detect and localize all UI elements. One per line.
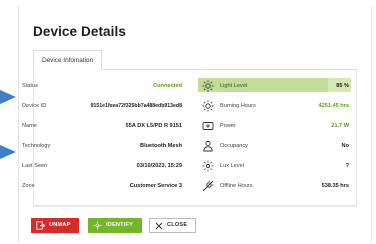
metric-label: Burning Hours	[220, 103, 256, 109]
burning-hours-value: 4251.45 hrs	[318, 103, 349, 109]
unmap-button[interactable]: UNMAP	[31, 218, 79, 233]
footer-divider	[33, 206, 357, 207]
metric-row-burning-hours: Burning Hours 4251.45 hrs	[200, 100, 349, 112]
pointer-arrow-icon	[0, 145, 16, 159]
device-id-value: 9151e1feea72f325bb7a488edb913ed8	[90, 103, 182, 109]
metric-row-lux-level: Lux Level ?	[200, 160, 349, 172]
detail-row-status: Status Connected	[22, 80, 182, 92]
unmap-icon	[36, 221, 45, 230]
metric-row-offline-hours: Offline Hours 538.35 hrs	[200, 180, 349, 192]
burning-hours-icon	[202, 100, 214, 112]
detail-row-device-id: Device ID 9151e1feea72f325bb7a488edb913e…	[22, 100, 182, 112]
lux-level-icon	[202, 160, 214, 172]
detail-label: Status	[22, 83, 38, 89]
offline-hours-value: 538.35 hrs	[321, 183, 349, 189]
zone-value: Customer Service 3	[129, 183, 182, 189]
metric-label: Power	[220, 123, 236, 129]
metric-label: Offline Hours	[220, 183, 253, 189]
close-button[interactable]: CLOSE	[149, 218, 196, 233]
metric-row-occupancy: Occupancy No	[200, 140, 349, 152]
lux-level-value: ?	[345, 163, 349, 169]
detail-label: Zone	[22, 183, 35, 189]
name-value: 55A DX L5/PD R 9151	[125, 123, 182, 129]
screen: Device Details Device Infomation Status …	[0, 0, 376, 244]
dialog-title: Device Details	[33, 24, 126, 39]
detail-row-last-seen: Last Seen 03/10/2023, 15:29	[22, 160, 182, 172]
tab-device-information[interactable]: Device Infomation	[33, 50, 103, 70]
occupancy-value: No	[341, 143, 349, 149]
unmap-label: UNMAP	[49, 222, 71, 228]
occupancy-icon	[202, 140, 214, 152]
detail-label: Last Seen	[22, 163, 48, 169]
metric-row-light-level: Light Level 85 %	[200, 80, 349, 92]
power-value: 21.7 W	[331, 123, 349, 129]
identify-label: IDENTIFY	[106, 222, 134, 228]
power-icon	[202, 120, 214, 132]
metric-row-power: Power 21.7 W	[200, 120, 349, 132]
last-seen-value: 03/10/2023, 15:29	[136, 163, 182, 169]
metric-label: Lux Level	[220, 163, 244, 169]
detail-row-zone: Zone Customer Service 3	[22, 180, 182, 192]
detail-label: Name	[22, 123, 37, 129]
close-label: CLOSE	[167, 222, 188, 228]
status-value: Connected	[153, 83, 182, 89]
technology-value: Bluetooth Mesh	[140, 143, 182, 149]
offline-hours-icon	[202, 180, 214, 192]
identify-icon	[93, 221, 102, 230]
detail-label: Technology	[22, 143, 51, 149]
light-level-icon	[202, 80, 214, 92]
light-level-value: 85 %	[336, 83, 349, 89]
detail-label: Device ID	[22, 103, 47, 109]
detail-row-name: Name 55A DX L5/PD R 9151	[22, 120, 182, 132]
metric-label: Occupancy	[220, 143, 248, 149]
pointer-arrow-icon	[0, 90, 16, 104]
close-icon	[155, 222, 163, 230]
detail-row-technology: Technology Bluetooth Mesh	[22, 140, 182, 152]
metric-label: Light Level	[220, 83, 248, 89]
identify-button[interactable]: IDENTIFY	[88, 218, 142, 233]
